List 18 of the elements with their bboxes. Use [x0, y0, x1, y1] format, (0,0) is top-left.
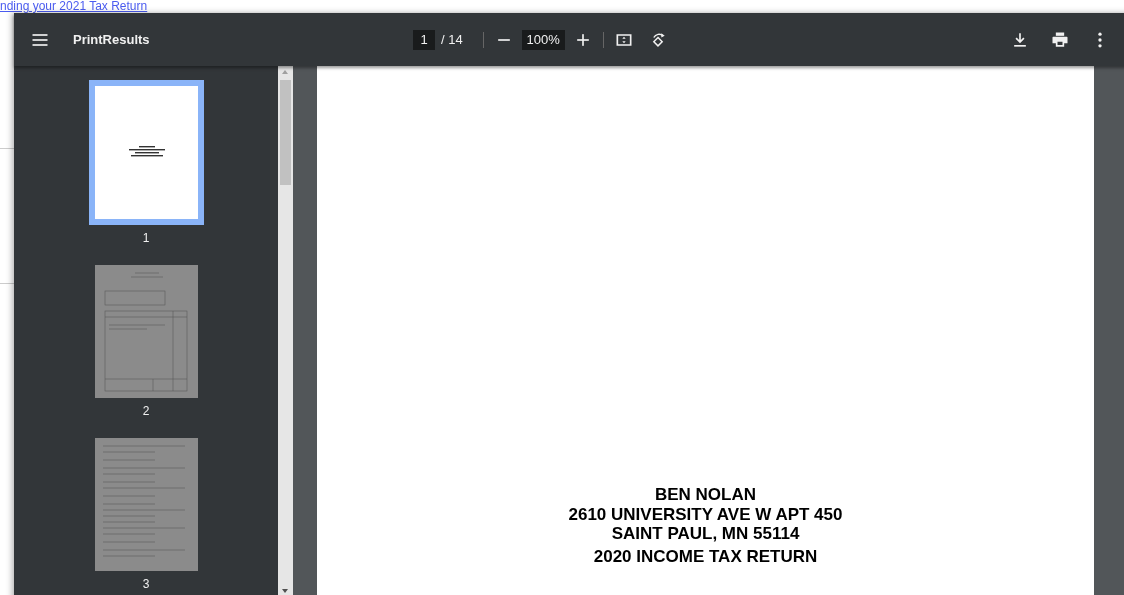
- page-count: / 14: [441, 32, 463, 47]
- thumbnail-label: 2: [142, 404, 150, 418]
- address-line: BEN NOLAN: [654, 485, 757, 505]
- page-thumbnail[interactable]: [94, 265, 198, 398]
- page-thumbnail[interactable]: [94, 438, 198, 571]
- document-title: PrintResults: [73, 32, 151, 47]
- address-line: SAINT PAUL, MN 55114: [611, 524, 800, 544]
- zoom-level-field[interactable]: 100%: [521, 29, 565, 50]
- thumbnail-label: 1: [142, 231, 150, 245]
- thumbnail-label: 3: [142, 577, 150, 591]
- sidebar-scrollbar[interactable]: [278, 66, 293, 595]
- address-line: 2020 INCOME TAX RETURN: [593, 546, 818, 566]
- address-line: 2610 UNIVERSITY AVE W APT 450: [568, 504, 843, 524]
- page-thumbnail[interactable]: [88, 80, 204, 225]
- page-number-field[interactable]: 1: [413, 29, 435, 50]
- scroll-down-icon[interactable]: [281, 588, 289, 594]
- tax-return-link[interactable]: nding your 2021 Tax Return: [0, 0, 148, 12]
- scrollbar-thumb[interactable]: [280, 80, 291, 185]
